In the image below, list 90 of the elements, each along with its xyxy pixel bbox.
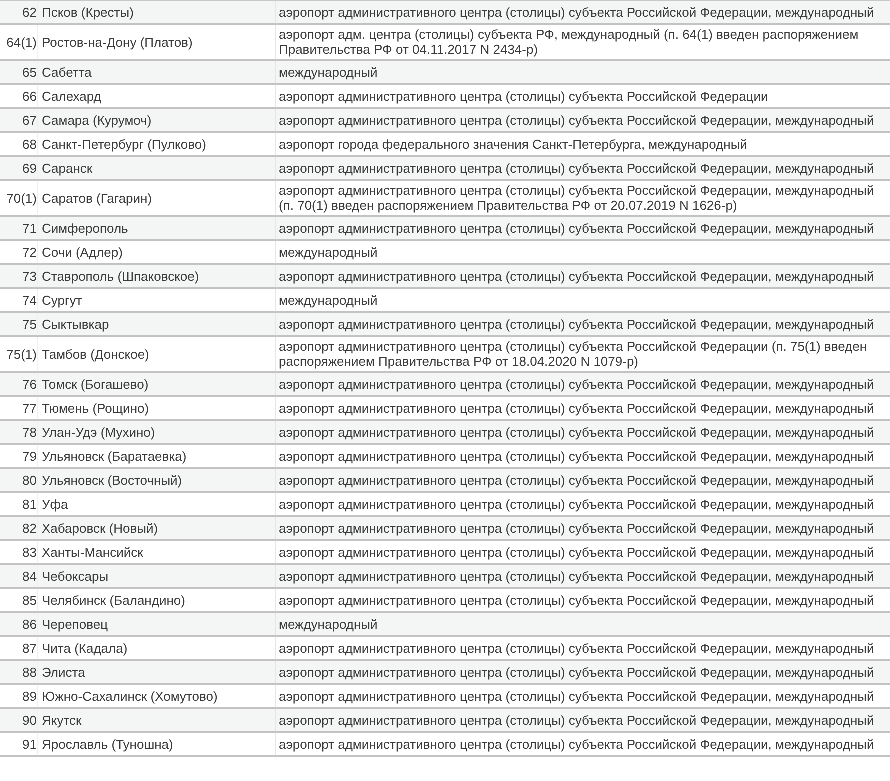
row-number: 72	[22, 244, 37, 260]
airport-status: аэропорт административного центра (столицы) субъекта Российской Федерации, международный	[279, 544, 874, 560]
airport-name: Ставрополь (Шпаковское)	[42, 268, 200, 284]
airport-status: аэропорт административного центра (столицы) субъекта Российской Федерации, международный (п. 70(1) введен распоряжением Правительства РФ от 20.07.2019 N 1626-р)	[279, 183, 876, 213]
airport-status: аэропорт административного центра (столицы) субъекта Российской Федерации, международный	[279, 640, 874, 656]
airport-status: аэропорт административного центра (столицы) субъекта Российской Федерации	[279, 88, 768, 104]
row-number: 71	[22, 220, 37, 236]
row-number: 67	[22, 112, 37, 128]
row-number: 86	[22, 616, 37, 632]
airport-name: Самара (Курумоч)	[42, 112, 152, 128]
row-number: 83	[22, 544, 37, 560]
airport-status: аэропорт административного центра (столицы) субъекта Российской Федерации, международный	[279, 592, 874, 608]
row-number: 66	[22, 88, 37, 104]
airport-name: Сургут	[42, 292, 82, 308]
airport-status: международный	[279, 64, 378, 80]
row-number: 85	[22, 592, 37, 608]
airport-status: аэропорт административного центра (столицы) субъекта Российской Федерации, международный	[279, 568, 874, 584]
airport-name: Сыктывкар	[42, 316, 110, 332]
airport-status: аэропорт административного центра (столицы) субъекта Российской Федерации, международный	[279, 520, 874, 536]
row-number: 78	[22, 424, 37, 440]
airport-status: аэропорт административного центра (столицы) субъекта Российской Федерации, международный	[279, 736, 874, 752]
airport-name: Чита (Кадала)	[42, 640, 128, 656]
airport-status: аэропорт административного центра (столицы) субъекта Российской Федерации, международный	[279, 112, 874, 128]
airport-name: Ульяновск (Баратаевка)	[42, 448, 187, 464]
airport-name: Тюмень (Рощино)	[42, 400, 150, 416]
row-number: 77	[22, 400, 37, 416]
row-number: 84	[22, 568, 37, 584]
airport-name: Элиста	[42, 664, 86, 680]
airport-name: Чебоксары	[42, 568, 109, 584]
row-number: 91	[22, 736, 37, 752]
airport-name: Псков (Кресты)	[42, 4, 134, 20]
airport-name: Череповец	[42, 616, 108, 632]
airport-name: Якутск	[42, 712, 82, 728]
airport-name: Челябинск (Баландино)	[42, 592, 186, 608]
airport-status: аэропорт административного центра (столицы) субъекта Российской Федерации, международный	[279, 316, 874, 332]
airport-status: аэропорт административного центра (столицы) субъекта Российской Федерации, международный	[279, 664, 874, 680]
airport-status: аэропорт административного центра (столицы) субъекта Российской Федерации (п. 75(1) введен распоряжением Правительства РФ от 18.04.2020 N 1079-р)	[279, 339, 868, 369]
airport-name: Ростов-на-Дону (Платов)	[42, 34, 193, 50]
airport-status: аэропорт административного центра (столицы) субъекта Российской Федерации, международный	[279, 472, 874, 488]
airport-status: аэропорт административного центра (столицы) субъекта Российской Федерации, международный	[279, 400, 874, 416]
airport-status: аэропорт административного центра (столицы) субъекта Российской Федерации, международный	[279, 220, 874, 236]
airport-status: международный	[279, 244, 378, 260]
airport-status: аэропорт административного центра (столицы) субъекта Российской Федерации, международный	[279, 268, 874, 284]
row-number: 73	[22, 268, 37, 284]
row-number: 74	[22, 292, 37, 308]
airport-status: аэропорт административного центра (столицы) субъекта Российской Федерации, международный	[279, 688, 874, 704]
airport-name: Ярославль (Туношна)	[42, 736, 174, 752]
airport-status: аэропорт административного центра (столицы) субъекта Российской Федерации, международный	[279, 496, 874, 512]
airport-status: аэропорт административного центра (столицы) субъекта Российской Федерации, международный	[279, 4, 874, 20]
row-number: 88	[22, 664, 37, 680]
airport-status: международный	[279, 292, 378, 308]
row-number: 70(1)	[6, 190, 37, 206]
airport-status: аэропорт административного центра (столицы) субъекта Российской Федерации, международный	[279, 376, 874, 392]
row-number: 82	[22, 520, 37, 536]
airport-name: Уфа	[42, 496, 68, 512]
airport-status: аэропорт административного центра (столицы) субъекта Российской Федерации, международный	[279, 424, 874, 440]
airport-name: Хабаровск (Новый)	[42, 520, 158, 536]
row-number: 75(1)	[6, 346, 37, 362]
airport-name: Саратов (Гагарин)	[42, 190, 152, 206]
row-number: 80	[22, 472, 37, 488]
row-number: 68	[22, 136, 37, 152]
airport-name: Ханты-Мансийск	[42, 544, 144, 560]
row-number: 65	[22, 64, 37, 80]
airport-status: аэропорт адм. центра (столицы) субъекта РФ, международный (п. 64(1) введен распоряжением Правительства РФ от 04.11.2017 N 2434-р)	[279, 27, 860, 57]
row-number: 69	[22, 160, 37, 176]
row-number: 62	[22, 4, 37, 20]
airport-name: Саранск	[42, 160, 93, 176]
airport-name: Салехард	[42, 88, 102, 104]
airport-name: Томск (Богашево)	[42, 376, 149, 392]
airport-name: Ульяновск (Восточный)	[42, 472, 182, 488]
row-number: 90	[22, 712, 37, 728]
row-number: 75	[22, 316, 37, 332]
airport-name: Южно-Сахалинск (Хомутово)	[42, 688, 218, 704]
airport-status: международный	[279, 616, 378, 632]
airport-name: Санкт-Петербург (Пулково)	[42, 136, 206, 152]
row-number: 76	[22, 376, 37, 392]
airport-name: Сочи (Адлер)	[42, 244, 123, 260]
airport-status: аэропорт административного центра (столицы) субъекта Российской Федерации, международный	[279, 712, 874, 728]
row-number: 64(1)	[6, 34, 37, 50]
airport-name: Тамбов (Донское)	[42, 346, 150, 362]
airport-status: аэропорт административного центра (столицы) субъекта Российской Федерации, международный	[279, 448, 874, 464]
airport-name: Симферополь	[42, 220, 128, 236]
airport-name: Сабетта	[42, 64, 92, 80]
row-number: 81	[22, 496, 37, 512]
airport-status: аэропорт административного центра (столицы) субъекта Российской Федерации, международный	[279, 160, 874, 176]
airport-status: аэропорт города федерального значения Санкт-Петербурга, международный	[279, 136, 748, 152]
row-number: 79	[22, 448, 37, 464]
airport-name: Улан-Удэ (Мухино)	[42, 424, 156, 440]
row-number: 87	[22, 640, 37, 656]
row-number: 89	[22, 688, 37, 704]
